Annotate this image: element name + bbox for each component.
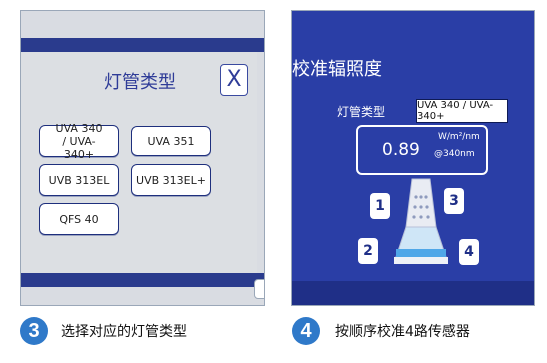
left-screenshot: 灯管类型 X UVA 340 / UVA-340+ UVA 351 UVB 31… (20, 10, 265, 306)
tube-qfs40-button[interactable]: QFS 40 (39, 203, 119, 235)
step-4-badge: 4 (292, 317, 320, 345)
tube-uva351-label: UVA 351 (147, 134, 195, 148)
tube-uvb313el-button[interactable]: UVB 313EL (39, 164, 119, 196)
step-3-badge: 3 (20, 317, 48, 345)
right-screenshot: 校准辐照度 灯管类型 UVA 340 / UVA-340+ 0.89 W/m²/… (291, 10, 535, 306)
tube-uva351-button[interactable]: UVA 351 (131, 126, 211, 156)
sensor-4-button[interactable]: 4 (459, 239, 479, 265)
edge-tab (254, 279, 264, 299)
irradiance-value: 0.89 (382, 140, 420, 160)
step-3-caption: 选择对应的灯管类型 (61, 324, 187, 340)
irradiance-unit: W/m²/nm (438, 132, 480, 142)
tube-uvb313elplus-button[interactable]: UVB 313EL+ (131, 164, 211, 196)
tube-uvb313el-label: UVB 313EL (48, 173, 110, 187)
lamp-type-label: 灯管类型 (337, 105, 386, 119)
lamp-icon (394, 178, 448, 264)
top-band (21, 38, 264, 52)
tube-qfs40-label: QFS 40 (59, 212, 99, 226)
tube-uva340-button[interactable]: UVA 340 / UVA-340+ (39, 122, 119, 161)
calibration-title: 校准辐照度 (292, 59, 382, 80)
wavelength-unit: @340nm (434, 149, 475, 159)
dialog-title: 灯管类型 (104, 72, 176, 93)
lamp-type-select[interactable]: UVA 340 / UVA-340+ (416, 99, 508, 123)
bottom-shade (292, 281, 534, 305)
step-4-caption: 按顺序校准4路传感器 (335, 324, 470, 340)
tube-uvb313elplus-label: UVB 313EL+ (136, 173, 206, 187)
sensor-3-button[interactable]: 3 (444, 188, 464, 214)
lamp-type-dialog: 灯管类型 X UVA 340 / UVA-340+ UVA 351 UVB 31… (21, 52, 257, 273)
tube-uva340-label: UVA 340 / UVA-340+ (55, 121, 103, 161)
sensor-1-button[interactable]: 1 (370, 193, 390, 219)
irradiance-reading: 0.89 W/m²/nm @340nm (356, 125, 488, 175)
sensor-2-button[interactable]: 2 (358, 238, 378, 264)
close-button[interactable]: X (220, 64, 248, 96)
bottom-band (21, 273, 264, 287)
